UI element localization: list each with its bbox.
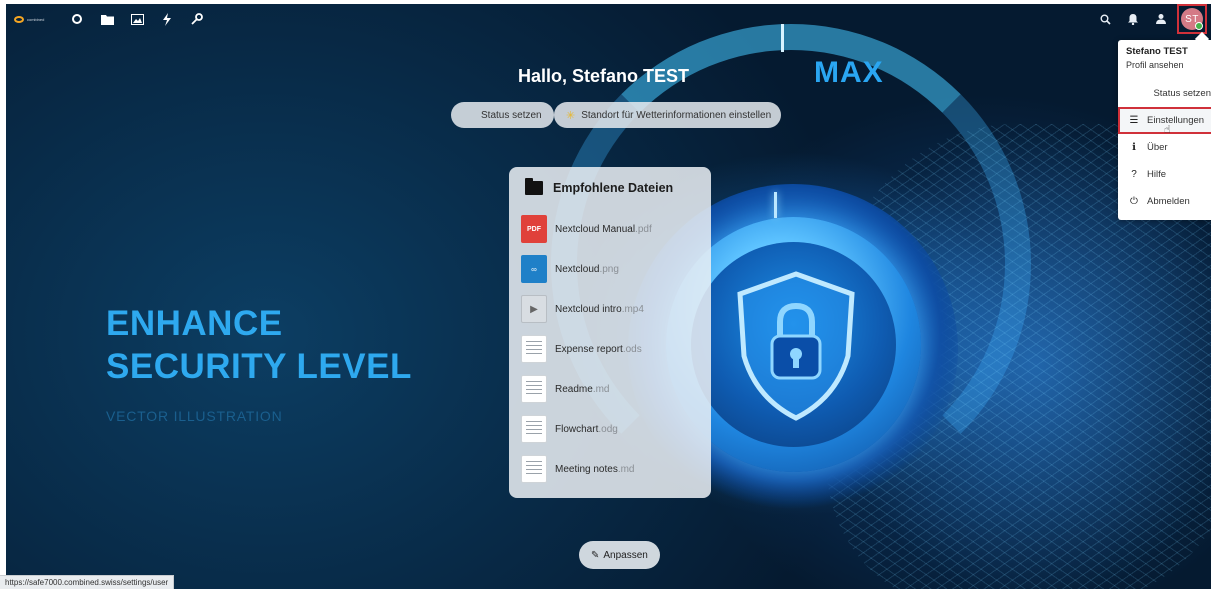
menu-item-settings[interactable]: ☰ Einstellungen ☝ bbox=[1118, 107, 1211, 136]
activity-icon[interactable] bbox=[152, 4, 182, 34]
hero-title: ENHANCE SECURITY LEVEL bbox=[106, 302, 412, 388]
hero-line-1: ENHANCE bbox=[106, 304, 283, 343]
panel-header: Empfohlene Dateien bbox=[521, 178, 699, 195]
doc-file-icon bbox=[521, 335, 547, 363]
hero-line-2: SECURITY LEVEL bbox=[106, 347, 412, 386]
customize-label: Anpassen bbox=[603, 549, 648, 561]
menu-item-settings-label: Einstellungen bbox=[1147, 115, 1205, 126]
files-icon[interactable] bbox=[92, 4, 122, 34]
file-name[interactable]: Readme.md bbox=[555, 384, 609, 395]
weather-location-label: Standort für Wetterinformationen einstel… bbox=[581, 109, 772, 121]
file-extension: .odg bbox=[598, 423, 618, 435]
power-icon: ⏻ bbox=[1130, 196, 1138, 207]
help-icon: ? bbox=[1131, 169, 1137, 180]
dial-pointer bbox=[774, 192, 777, 218]
file-basename: Nextcloud Manual bbox=[555, 223, 636, 235]
menu-item-logout-label: Abmelden bbox=[1147, 196, 1190, 207]
document-preview-lines bbox=[526, 341, 542, 357]
document-preview-lines bbox=[526, 421, 542, 437]
file-basename: Nextcloud bbox=[555, 263, 600, 275]
file-basename: Meeting notes bbox=[555, 463, 618, 475]
dial-face bbox=[691, 242, 896, 447]
photos-icon[interactable] bbox=[122, 4, 152, 34]
logo[interactable]: combined bbox=[14, 15, 45, 23]
file-row[interactable]: Meeting notes.md bbox=[521, 449, 699, 489]
menu-item-logout[interactable]: ⏻ Abmelden bbox=[1118, 188, 1211, 215]
file-row[interactable]: PDF Nextcloud Manual.pdf bbox=[521, 209, 699, 249]
recommended-files-panel: Empfohlene Dateien PDF Nextcloud Manual.p… bbox=[509, 167, 711, 498]
shield-lock-icon bbox=[737, 271, 855, 421]
info-icon: ℹ bbox=[1132, 142, 1136, 153]
logo-text: combined bbox=[27, 16, 45, 22]
user-menu: Stefano TEST Profil ansehen Status setze… bbox=[1118, 40, 1211, 220]
file-name[interactable]: Expense report.ods bbox=[555, 344, 642, 355]
hero-subtitle: VECTOR ILLUSTRATION bbox=[106, 408, 283, 424]
file-basename: Flowchart bbox=[555, 423, 599, 435]
file-name[interactable]: Nextcloud Manual.pdf bbox=[555, 224, 652, 235]
file-name[interactable]: Meeting notes.md bbox=[555, 464, 635, 475]
menu-item-help-label: Hilfe bbox=[1147, 169, 1167, 180]
header-right: ST bbox=[1093, 4, 1207, 34]
file-row[interactable]: ∞ Nextcloud.png bbox=[521, 249, 699, 289]
customize-button[interactable]: ✎ Anpassen bbox=[579, 541, 660, 569]
pencil-icon: ✎ bbox=[591, 549, 600, 561]
file-extension: .md bbox=[617, 463, 635, 475]
menu-item-status-label: Status setzen bbox=[1153, 88, 1211, 99]
passwords-icon[interactable] bbox=[182, 4, 212, 34]
menu-item-status[interactable]: Status setzen bbox=[1118, 80, 1211, 107]
online-status-dot bbox=[1195, 22, 1203, 30]
file-name[interactable]: Nextcloud.png bbox=[555, 264, 619, 275]
mp4-file-icon: ▶ bbox=[521, 295, 547, 323]
top-bar: combined ST bbox=[6, 4, 1211, 34]
weather-icon: ✳ bbox=[566, 109, 576, 122]
status-bar-url: https://safe7000.combined.swiss/settings… bbox=[0, 575, 175, 589]
search-icon[interactable] bbox=[1093, 4, 1117, 34]
png-file-icon: ∞ bbox=[521, 255, 547, 283]
file-row[interactable]: Readme.md bbox=[521, 369, 699, 409]
document-preview-lines bbox=[526, 381, 542, 397]
menu-item-help[interactable]: ? Hilfe bbox=[1118, 161, 1211, 188]
menu-item-about-label: Über bbox=[1147, 142, 1168, 153]
file-extension: .ods bbox=[622, 343, 642, 355]
file-extension: .pdf bbox=[635, 223, 652, 235]
file-row[interactable]: ▶ Nextcloud intro.mp4 bbox=[521, 289, 699, 329]
pdf-file-icon: PDF bbox=[521, 215, 547, 243]
file-basename: Expense report bbox=[555, 343, 623, 355]
set-status-label: Status setzen bbox=[481, 109, 542, 121]
greeting-title: Hallo, Stefano TEST bbox=[518, 66, 690, 86]
dashboard-frame: MAX ENHANCE SECURITY LEVEL VECTOR ILLUST… bbox=[6, 4, 1211, 589]
file-name[interactable]: Nextcloud intro.mp4 bbox=[555, 304, 644, 315]
file-name[interactable]: Flowchart.odg bbox=[555, 424, 618, 435]
contacts-icon[interactable] bbox=[1149, 4, 1173, 34]
doc-file-icon bbox=[521, 455, 547, 483]
set-status-button[interactable]: Status setzen bbox=[451, 102, 554, 128]
file-extension: .mp4 bbox=[621, 303, 644, 315]
file-row[interactable]: Expense report.ods bbox=[521, 329, 699, 369]
user-menu-toggle[interactable]: ST bbox=[1177, 4, 1207, 34]
file-basename: Readme bbox=[555, 383, 593, 395]
file-extension: .md bbox=[592, 383, 610, 395]
dashboard-icon[interactable] bbox=[62, 4, 92, 34]
doc-file-icon bbox=[521, 415, 547, 443]
weather-location-button[interactable]: ✳ Standort für Wetterinformationen einst… bbox=[554, 102, 782, 128]
menu-item-about[interactable]: ℹ Über bbox=[1118, 134, 1211, 161]
user-menu-name: Stefano TEST bbox=[1126, 46, 1188, 57]
doc-file-icon bbox=[521, 375, 547, 403]
settings-list-icon: ☰ bbox=[1129, 115, 1139, 126]
max-label: MAX bbox=[814, 56, 884, 89]
file-basename: Nextcloud intro bbox=[555, 303, 622, 315]
file-row[interactable]: Flowchart.odg bbox=[521, 409, 699, 449]
logo-icon bbox=[14, 15, 24, 23]
file-list: PDF Nextcloud Manual.pdf ∞ Nextcloud.png ▶ Ne… bbox=[521, 209, 699, 489]
document-preview-lines bbox=[526, 461, 542, 477]
view-profile-link[interactable]: Profil ansehen bbox=[1126, 60, 1211, 70]
folder-icon bbox=[525, 178, 543, 195]
notifications-icon[interactable] bbox=[1121, 4, 1145, 34]
panel-title[interactable]: Empfohlene Dateien bbox=[553, 181, 673, 195]
user-menu-profile[interactable]: Stefano TEST Profil ansehen bbox=[1118, 40, 1211, 80]
file-extension: .png bbox=[599, 263, 619, 275]
